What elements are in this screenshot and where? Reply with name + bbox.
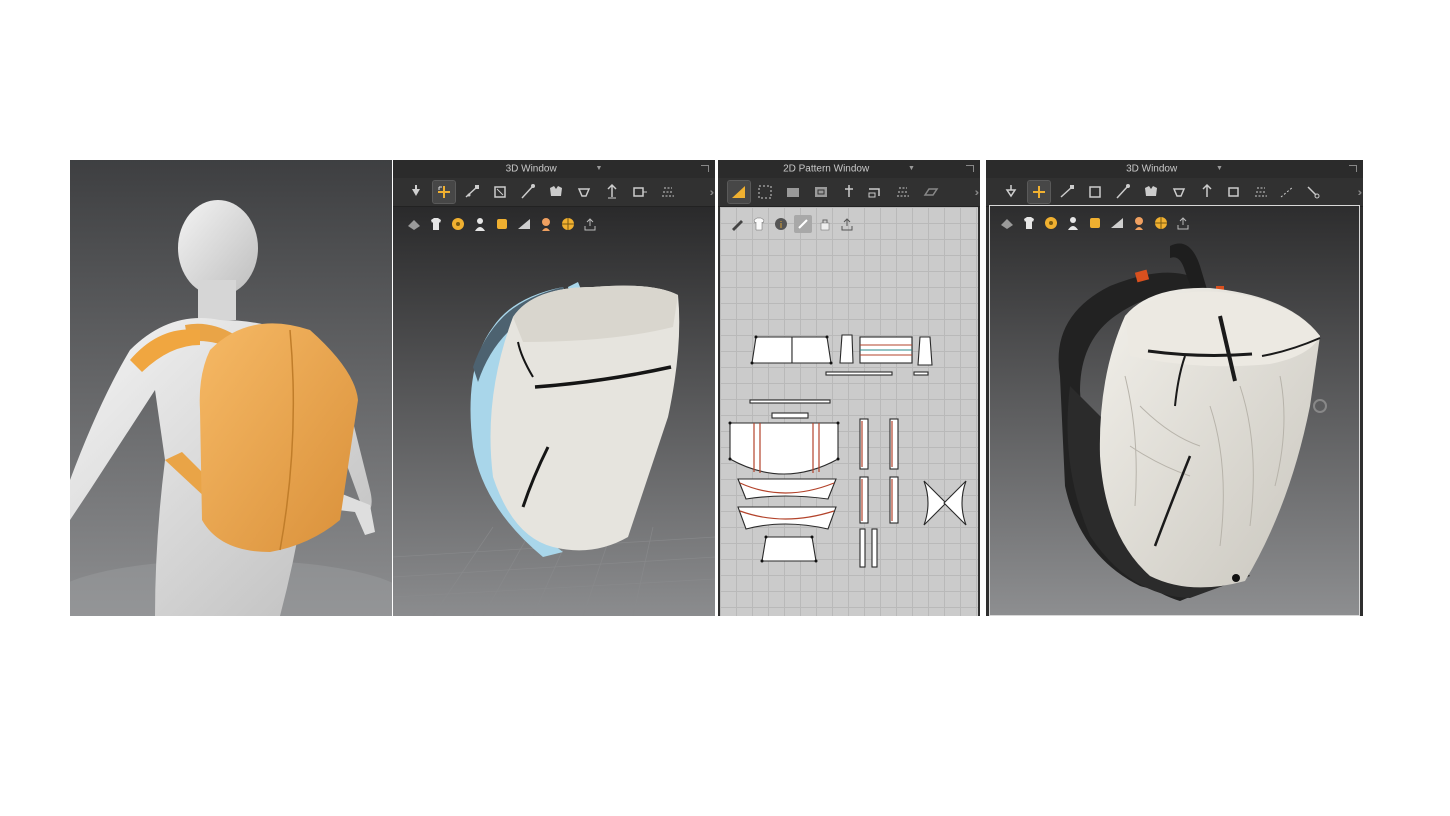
window-title: 3D Window [1126,163,1178,175]
fold-arrangement-icon[interactable] [489,181,511,203]
internal-rectangle-icon[interactable] [810,181,832,203]
dropdown-arrow-icon[interactable]: ▼ [595,160,602,178]
avatar-render-view [70,160,392,616]
popout-icon[interactable] [1349,165,1357,172]
puckering-icon[interactable] [1196,181,1218,203]
toolbar-overflow-icon[interactable]: ›› [710,187,715,199]
fold-arrangement-icon[interactable] [1084,181,1106,203]
pattern-pieces-illustration [728,334,967,568]
window-title: 2D Pattern Window [783,163,870,175]
toolbar-overflow-icon[interactable]: ›› [975,187,980,199]
dart-icon[interactable] [838,181,860,203]
popout-icon[interactable] [701,165,709,172]
avatar-render-illustration [70,160,392,616]
popout-icon[interactable] [966,165,974,172]
window-title: 3D Window [505,163,557,175]
3d-backpack-illustration [1058,243,1327,601]
3d-window-left: 3D Window ▼ ›› [393,160,715,616]
select-move-icon[interactable] [432,180,456,204]
window-title-bar: 2D Pattern Window ▼ [718,160,980,179]
2d-toolbar: ›› [718,178,980,207]
arrangement-point-icon[interactable] [1140,181,1162,203]
simulation-icon[interactable] [405,181,427,203]
arrangement-point-icon[interactable] [545,181,567,203]
edit-pin-icon[interactable] [1112,181,1134,203]
dropdown-arrow-icon[interactable]: ▼ [1216,160,1223,178]
puckering-icon[interactable] [601,181,623,203]
transform-icon[interactable] [754,181,776,203]
window-title-bar: 3D Window ▼ [986,160,1363,179]
3d-toolbar: ›› [986,178,1363,207]
transform-pattern-icon[interactable] [1056,181,1078,203]
seam-tape-icon[interactable] [1276,181,1298,203]
gizmo-icon[interactable] [1224,181,1246,203]
topstitch-icon[interactable] [1250,181,1272,203]
rectangle-icon[interactable] [782,181,804,203]
dropdown-arrow-icon[interactable]: ▼ [908,160,915,178]
3d-viewport[interactable] [393,207,715,616]
button-tool-icon[interactable] [1302,181,1324,203]
2d-pattern-canvas[interactable]: i [720,207,978,616]
topstitch-icon[interactable] [657,181,679,203]
3d-viewport[interactable] [989,205,1360,616]
fold-icon[interactable] [920,181,942,203]
edit-pin-icon[interactable] [517,181,539,203]
segment-sewing-icon[interactable] [864,181,886,203]
edit-pattern-icon[interactable] [727,180,751,204]
gizmo-icon[interactable] [629,181,651,203]
tack-icon[interactable] [573,181,595,203]
3d-window-right: 3D Window ▼ ›› [986,160,1363,616]
window-title-bar: 3D Window ▼ [393,160,715,179]
free-sewing-icon[interactable] [892,181,914,203]
toolbar-overflow-icon[interactable]: ›› [1358,187,1363,199]
2d-pattern-window: 2D Pattern Window ▼ ›› i [718,160,980,616]
simulation-icon[interactable] [1000,181,1022,203]
tack-icon[interactable] [1168,181,1190,203]
select-move-icon[interactable] [1027,180,1051,204]
3d-garment-illustration [393,282,715,616]
3d-toolbar: ›› [393,178,715,207]
transform-pattern-icon[interactable] [461,181,483,203]
